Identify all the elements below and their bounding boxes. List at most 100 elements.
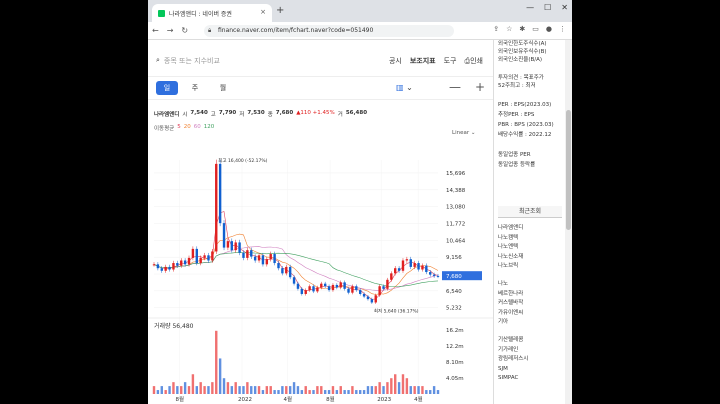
volume-bar bbox=[203, 386, 206, 394]
recent-item[interactable]: 기산텔레콤 bbox=[498, 336, 528, 346]
candle-icon: ▥ bbox=[396, 83, 404, 92]
minimize-button[interactable]: — bbox=[526, 3, 534, 12]
recent-item[interactable]: 기가레인 bbox=[498, 346, 528, 356]
recent-item[interactable]: 커스텔바작 bbox=[498, 299, 523, 309]
candle-body bbox=[429, 272, 432, 275]
volume-bar bbox=[160, 386, 163, 394]
candle-body bbox=[226, 241, 230, 248]
chevron-down-icon: ⌄ bbox=[470, 130, 476, 136]
volume-bar bbox=[222, 378, 226, 394]
print-button[interactable]: ⎙인쇄 bbox=[465, 56, 484, 66]
recent-item[interactable]: 가유이엔씨 bbox=[498, 309, 523, 319]
browser-tab[interactable]: 나라엠앤디 : 네이버 증권 × bbox=[152, 4, 272, 22]
volume-bar bbox=[211, 382, 214, 394]
recent-item[interactable]: 광림레저스시 bbox=[498, 355, 528, 365]
ma-20[interactable]: 20 bbox=[184, 124, 191, 132]
profile-avatar[interactable]: ● bbox=[546, 25, 552, 33]
volume-bar bbox=[156, 390, 160, 394]
volume-bar bbox=[308, 390, 311, 394]
volume-bar bbox=[316, 386, 319, 394]
scroll-thumb[interactable] bbox=[566, 110, 571, 230]
y-tick-label: 10,464 bbox=[446, 238, 466, 244]
volume-bar bbox=[421, 386, 424, 394]
candle-body bbox=[257, 255, 261, 261]
forward-icon[interactable]: → bbox=[163, 26, 178, 35]
volume-bar bbox=[425, 390, 428, 394]
scale-selector[interactable]: Linear ⌄ bbox=[452, 130, 475, 136]
y-tick-label: 6,540 bbox=[446, 289, 462, 295]
candle-body bbox=[421, 265, 424, 270]
compare-search[interactable]: ⌕ 종목 또는 지수비교 bbox=[156, 56, 220, 66]
menu-icon[interactable]: ⋮ bbox=[559, 25, 566, 33]
moving-average-legend: 이동평균 5 20 60 120 bbox=[154, 124, 215, 132]
back-icon[interactable]: ← bbox=[148, 26, 163, 35]
volume-bar bbox=[183, 382, 187, 394]
last-price-label: 7,680 bbox=[446, 274, 462, 280]
recent-item[interactable]: 나노캠텍 bbox=[498, 234, 523, 244]
recent-item[interactable]: 나노신소재 bbox=[498, 253, 523, 263]
candle-body bbox=[312, 286, 315, 292]
candle-body bbox=[187, 257, 191, 265]
chart-panel: ⌕ 종목 또는 지수비교 공시 보조지표 도구 ⎙인쇄 일 주 월 ▥ ⌄ — … bbox=[148, 40, 493, 404]
bookmark-star-icon[interactable]: ☆ bbox=[506, 25, 512, 33]
candle-body bbox=[409, 259, 412, 267]
reload-icon[interactable]: ↻ bbox=[177, 26, 192, 35]
candle-body bbox=[253, 256, 257, 261]
share-icon[interactable]: ⇪ bbox=[493, 25, 499, 33]
tab-month[interactable]: 월 bbox=[212, 81, 234, 95]
change-value: ▲110 +1.45% bbox=[296, 110, 335, 116]
tools-button[interactable]: 도구 bbox=[444, 56, 457, 66]
ma-120[interactable]: 120 bbox=[204, 124, 215, 132]
min-label: 최저 5,640 (36.17%) bbox=[374, 307, 419, 314]
recent-item[interactable]: SIMPAC bbox=[498, 374, 528, 384]
zoom-out-button[interactable]: — bbox=[449, 80, 461, 94]
volume-bar bbox=[405, 378, 409, 394]
chart-type-selector[interactable]: ▥ ⌄ bbox=[396, 83, 413, 92]
candle-body bbox=[296, 283, 300, 289]
recent-item[interactable]: 기아 bbox=[498, 318, 523, 328]
url-input[interactable]: 🔒︎ finance.naver.com/item/fchart.naver?c… bbox=[204, 25, 454, 37]
tab-week[interactable]: 주 bbox=[184, 81, 206, 95]
volume-bar bbox=[187, 386, 191, 394]
tab-title: 나라엠앤디 : 네이버 증권 bbox=[169, 10, 232, 18]
volume-bar bbox=[238, 386, 241, 394]
disclosure-button[interactable]: 공시 bbox=[389, 56, 402, 66]
candle-body bbox=[386, 279, 389, 289]
price-chart[interactable]: 15,69614,38813,08011,77210,4649,1567,848… bbox=[148, 140, 493, 402]
sidebar-icon[interactable]: ▭ bbox=[532, 25, 539, 33]
zoom-in-button[interactable]: + bbox=[475, 80, 485, 94]
volume-bar bbox=[401, 374, 405, 394]
volume-bar bbox=[269, 386, 272, 394]
indicator-button[interactable]: 보조지표 bbox=[410, 56, 436, 66]
volume-bar bbox=[417, 386, 420, 394]
ma-60[interactable]: 60 bbox=[194, 124, 201, 132]
recent-item[interactable]: 나노브릭 bbox=[498, 262, 523, 272]
candle-body bbox=[199, 257, 202, 264]
candle-body bbox=[183, 260, 187, 265]
scrollbar[interactable] bbox=[565, 40, 572, 404]
candle-body bbox=[308, 286, 311, 291]
extensions-icon[interactable]: ✱ bbox=[519, 25, 525, 33]
candle-body bbox=[436, 275, 440, 277]
recent-item[interactable]: 베르한나라 bbox=[498, 290, 523, 300]
tab-day[interactable]: 일 bbox=[156, 81, 178, 95]
ma-5[interactable]: 5 bbox=[177, 124, 181, 132]
close-window-button[interactable]: ✕ bbox=[561, 3, 568, 12]
recent-item[interactable]: SJM bbox=[498, 365, 528, 375]
volume-bar bbox=[358, 390, 362, 394]
new-tab-button[interactable]: + bbox=[276, 5, 284, 16]
tab-close-icon[interactable]: × bbox=[260, 8, 266, 16]
maximize-button[interactable]: ☐ bbox=[544, 3, 551, 12]
candle-body bbox=[156, 264, 160, 269]
candle-body bbox=[230, 241, 234, 251]
recent-list: 나라엠앤디 나노캠텍 나노엔텍 나노신소재 나노브릭 bbox=[498, 224, 523, 272]
search-placeholder: 종목 또는 지수비교 bbox=[163, 57, 220, 65]
volume-bar bbox=[296, 386, 300, 394]
recent-item[interactable]: 나라엠앤디 bbox=[498, 224, 523, 234]
recent-item[interactable]: 나노엔텍 bbox=[498, 243, 523, 253]
volume-tick-label: 12.2m bbox=[446, 344, 464, 350]
candle-body bbox=[207, 255, 210, 261]
candle-body bbox=[300, 288, 304, 294]
candle-body bbox=[425, 265, 428, 273]
recent-item[interactable]: 나노 bbox=[498, 280, 523, 290]
